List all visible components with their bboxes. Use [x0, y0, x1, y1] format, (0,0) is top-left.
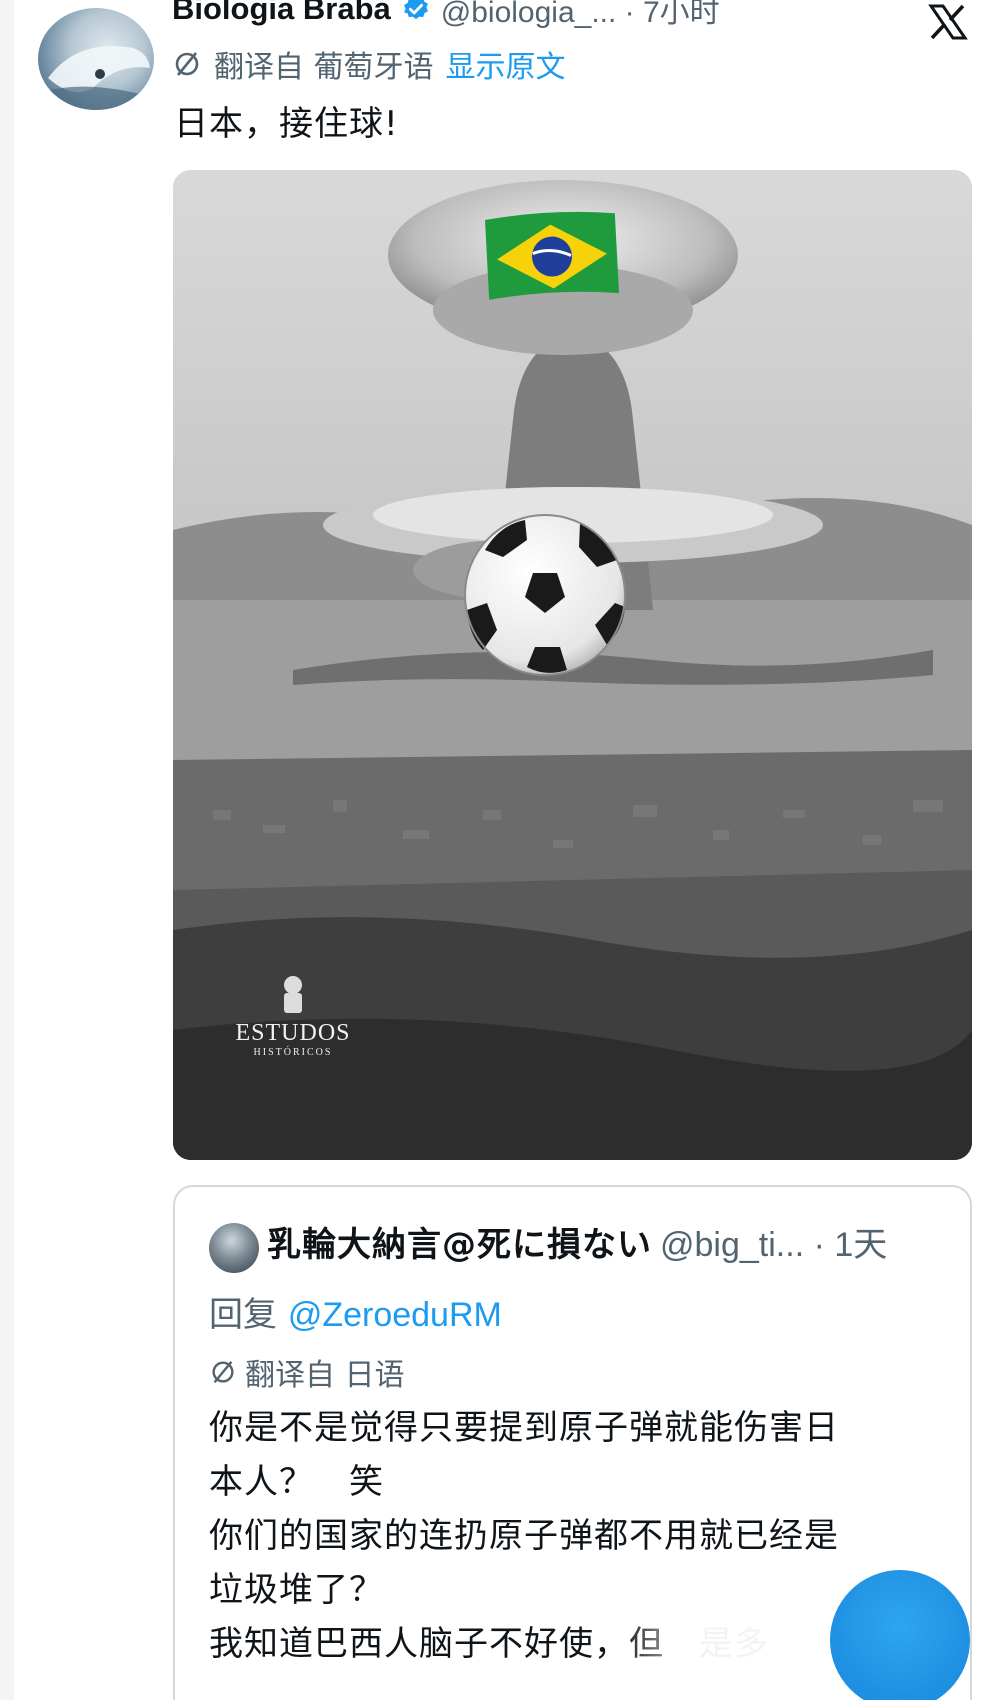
- floating-action-button[interactable]: [830, 1570, 970, 1700]
- translate-row: 翻译自 葡萄牙语 显示原文: [172, 42, 566, 86]
- author-avatar[interactable]: [38, 8, 154, 110]
- author-name[interactable]: Biologia Braba: [172, 0, 391, 27]
- tweet-media-image[interactable]: ESTUDOS HISTÓRICOS: [173, 170, 972, 1160]
- quoted-body-line: 垃圾堆了？: [209, 1570, 384, 1610]
- tweet-header: Biologia Braba @biologia_... · 7小时: [172, 0, 720, 32]
- quoted-body-line: 你们的国家的连扔原子弹都不用就已经是: [209, 1516, 839, 1556]
- translate-icon: [212, 1360, 234, 1384]
- quoted-tweet-header: 乳輪大納言@死に損ない @big_ti... · 1天: [267, 1217, 887, 1266]
- show-original-link[interactable]: 显示原文: [446, 42, 566, 86]
- watermark-subtitle: HISTÓRICOS: [253, 1047, 333, 1058]
- blur-overlay: [620, 1625, 860, 1700]
- quoted-author-name[interactable]: 乳輪大納言@死に損ない: [267, 1217, 652, 1266]
- quoted-translate-row: 翻译自 日语: [209, 1350, 405, 1394]
- reply-context: 回复 @ZeroeduRM: [209, 1287, 502, 1336]
- quoted-body-line: 本人？ 笑: [209, 1462, 384, 1502]
- x-logo-icon[interactable]: [928, 4, 968, 40]
- tweet-text: 日本，接住球!: [174, 104, 399, 144]
- verified-badge-icon: [403, 0, 428, 20]
- quoted-author-avatar[interactable]: [209, 1223, 259, 1273]
- watermark-title: ESTUDOS: [235, 1020, 351, 1046]
- author-handle-time[interactable]: @biologia_... · 7小时: [441, 0, 720, 31]
- quoted-translate-label: 翻译自 日语: [245, 1358, 405, 1393]
- left-rail: [0, 0, 14, 1700]
- quoted-body-line: 你是不是觉得只要提到原子弹就能伤害日: [209, 1408, 839, 1448]
- quoted-author-handle-time[interactable]: @big_ti... · 1天: [660, 1217, 887, 1266]
- media-watermark: ESTUDOS HISTÓRICOS: [223, 1020, 363, 1058]
- reply-prefix: 回复: [209, 1295, 288, 1335]
- reply-mention-link[interactable]: @ZeroeduRM: [288, 1296, 502, 1334]
- translate-icon: [175, 52, 199, 76]
- translate-label: 翻译自 葡萄牙语: [214, 50, 434, 85]
